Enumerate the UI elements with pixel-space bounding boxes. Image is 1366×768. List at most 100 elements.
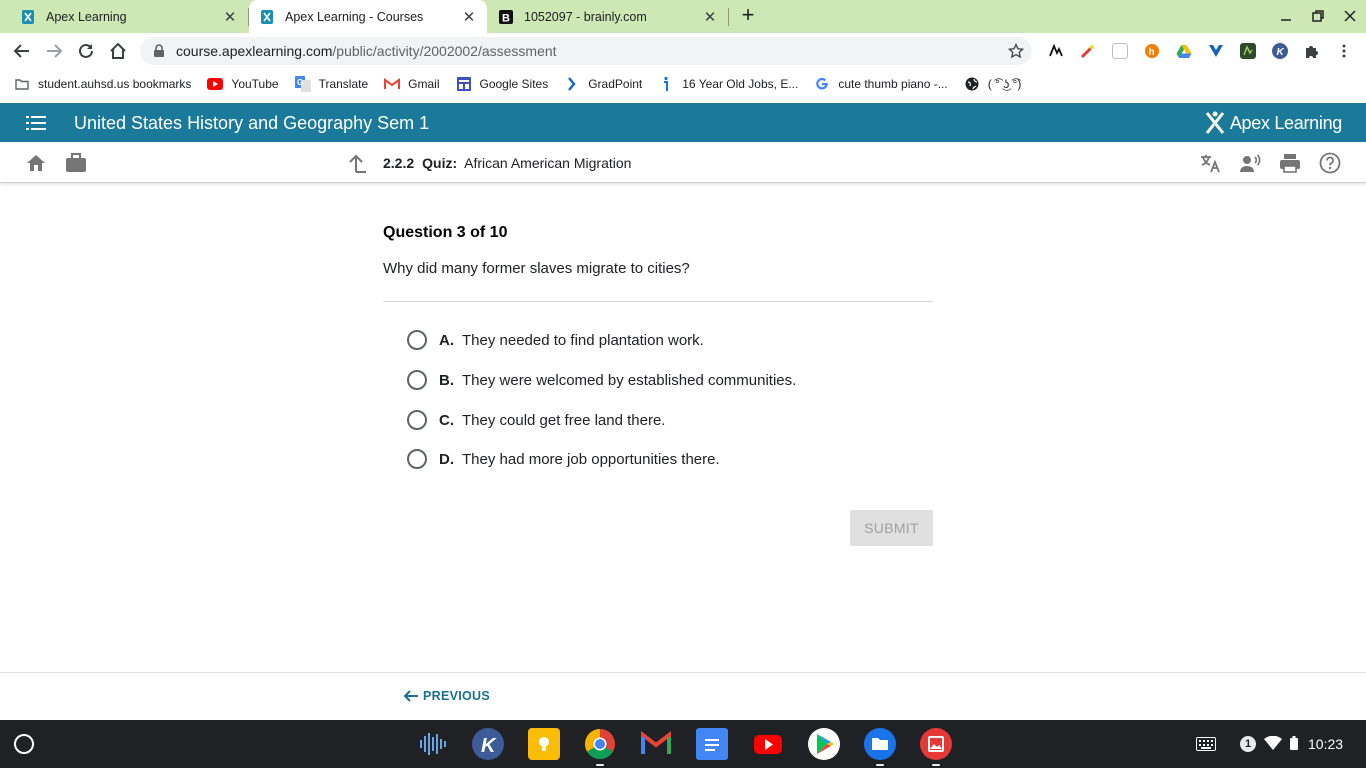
info-icon <box>658 76 674 92</box>
tab-title: Apex Learning - Courses <box>285 9 424 24</box>
browser-toolbar: course.apexlearning.com/public/activity/… <box>0 33 1366 69</box>
address-bar[interactable]: course.apexlearning.com/public/activity/… <box>140 37 1032 65</box>
choice-text: They needed to find plantation work. <box>462 331 704 349</box>
bookmark-label: cute thumb piano -... <box>838 77 948 91</box>
google-drive-extension-icon[interactable] <box>1176 43 1192 59</box>
bookmark-lenny-face[interactable]: ( ͡° ͜ʖ ͡°) <box>964 76 1022 92</box>
radio-button[interactable] <box>407 330 427 350</box>
up-arrow-icon[interactable] <box>347 152 369 174</box>
brainly-favicon-icon: B <box>498 9 514 25</box>
bookmark-label: GradPoint <box>588 77 643 91</box>
tab-close-icon[interactable]: ✕ <box>461 8 477 26</box>
bookmark-label: ( ͡° ͜ʖ ͡°) <box>987 77 1022 91</box>
keep-app-icon[interactable] <box>528 728 560 760</box>
close-window-icon[interactable] <box>1340 6 1360 26</box>
bookmark-label: student.auhsd.us bookmarks <box>38 77 192 91</box>
system-tray[interactable]: 1 10:23 <box>1240 728 1343 760</box>
text-to-speech-icon[interactable] <box>1239 152 1261 174</box>
more-menu-icon[interactable] <box>1336 43 1352 59</box>
screencast-extension-icon[interactable] <box>1240 43 1256 59</box>
files-app-icon[interactable] <box>864 728 896 760</box>
answer-choice-c[interactable]: C. They could get free land there. <box>407 408 665 432</box>
url-path: /public/activity/2002002/assessment <box>332 43 557 59</box>
os-shelf: K 1 10:23 <box>0 720 1366 768</box>
minimize-icon[interactable] <box>1276 6 1296 26</box>
svg-text:B: B <box>502 12 510 24</box>
arrow-left-icon <box>403 690 418 702</box>
answer-choice-a[interactable]: A. They needed to find plantation work. <box>407 328 704 352</box>
bookmark-label: Gmail <box>408 77 440 91</box>
tab-title: Apex Learning <box>46 9 127 24</box>
back-icon[interactable] <box>10 39 34 63</box>
extensions-puzzle-icon[interactable] <box>1304 43 1320 59</box>
tab-close-icon[interactable]: ✕ <box>222 8 238 26</box>
browser-tab-strip: Apex Learning ✕ Apex Learning - Courses … <box>0 0 1366 33</box>
answer-choice-d[interactable]: D. They had more job opportunities there… <box>407 447 720 471</box>
chrome-app-icon[interactable] <box>584 728 616 760</box>
briefcase-icon[interactable] <box>65 152 87 174</box>
svg-text:G: G <box>297 78 303 87</box>
bookmark-gmail[interactable]: Gmail <box>384 76 440 92</box>
radio-button[interactable] <box>407 410 427 430</box>
kami-extension-icon[interactable]: K <box>1272 43 1288 59</box>
reload-icon[interactable] <box>74 39 98 63</box>
tab-apex-learning[interactable]: Apex Learning ✕ <box>0 0 248 33</box>
launcher-icon[interactable] <box>14 734 34 754</box>
choice-letter: D. <box>439 450 454 468</box>
svg-text:K: K <box>481 735 497 757</box>
gallery-app-icon[interactable] <box>920 728 952 760</box>
activity-toolbar: 2.2.2 Quiz: African American Migration <box>0 142 1366 183</box>
answer-choice-b[interactable]: B. They were welcomed by established com… <box>407 368 796 392</box>
kami-app-icon[interactable]: K <box>472 728 504 760</box>
tab-close-icon[interactable]: ✕ <box>702 8 718 26</box>
running-indicator <box>932 764 940 766</box>
bookmark-translate[interactable]: G Translate <box>294 76 368 92</box>
tab-brainly[interactable]: B 1052097 - brainly.com ✕ <box>488 0 728 33</box>
choice-letter: C. <box>439 411 454 429</box>
bookmark-student-auhsd[interactable]: student.auhsd.us bookmarks <box>14 76 191 92</box>
menu-icon[interactable] <box>26 116 46 130</box>
bookmark-google-sites[interactable]: Google Sites <box>456 76 549 92</box>
help-icon[interactable] <box>1319 152 1341 174</box>
choice-text: They were welcomed by established commun… <box>462 371 797 389</box>
folder-icon <box>14 76 30 92</box>
color-picker-extension-icon[interactable] <box>1080 43 1096 59</box>
bookmark-16-year-old-jobs[interactable]: 16 Year Old Jobs, E... <box>658 76 798 92</box>
tab-title: 1052097 - brainly.com <box>524 9 647 24</box>
audio-app-icon[interactable] <box>416 728 448 760</box>
bookmark-label: Google Sites <box>479 77 549 91</box>
vocab-extension-icon[interactable] <box>1208 43 1224 59</box>
print-icon[interactable] <box>1279 152 1301 174</box>
docs-app-icon[interactable] <box>696 728 728 760</box>
forward-icon[interactable] <box>42 39 66 63</box>
translate-icon[interactable] <box>1199 152 1221 174</box>
gmail-icon <box>384 76 401 92</box>
running-indicator <box>876 764 884 766</box>
play-store-app-icon[interactable] <box>808 728 840 760</box>
choice-letter: A. <box>439 331 454 349</box>
new-tab-button[interactable]: + <box>736 4 760 28</box>
bookmark-star-icon[interactable] <box>1007 42 1025 59</box>
restore-icon[interactable] <box>1308 6 1328 26</box>
youtube-app-icon[interactable] <box>752 728 784 760</box>
tab-apex-learning-courses[interactable]: Apex Learning - Courses ✕ <box>249 0 487 33</box>
bookmark-cute-thumb-piano[interactable]: cute thumb piano -... <box>814 76 948 92</box>
radio-button[interactable] <box>407 370 427 390</box>
keyboard-icon[interactable] <box>1196 728 1216 760</box>
clock: 10:23 <box>1308 736 1344 752</box>
gmail-app-icon[interactable] <box>640 728 672 760</box>
battery-icon <box>1290 735 1298 753</box>
google-icon <box>814 76 830 92</box>
bookmark-gradpoint[interactable]: GradPoint <box>564 76 642 92</box>
home-icon[interactable] <box>106 39 130 63</box>
honey-extension-icon[interactable]: h <box>1144 43 1160 59</box>
previous-button[interactable]: PREVIOUS <box>403 688 490 704</box>
running-indicator <box>596 764 604 766</box>
bookmark-youtube[interactable]: YouTube <box>207 76 279 92</box>
google-sites-icon <box>456 76 472 92</box>
grammarly-extension-icon[interactable] <box>1048 43 1064 59</box>
submit-button[interactable]: SUBMIT <box>850 510 933 546</box>
radio-button[interactable] <box>407 449 427 469</box>
calendar-extension-icon[interactable] <box>1112 43 1128 59</box>
home-icon[interactable] <box>25 152 47 174</box>
